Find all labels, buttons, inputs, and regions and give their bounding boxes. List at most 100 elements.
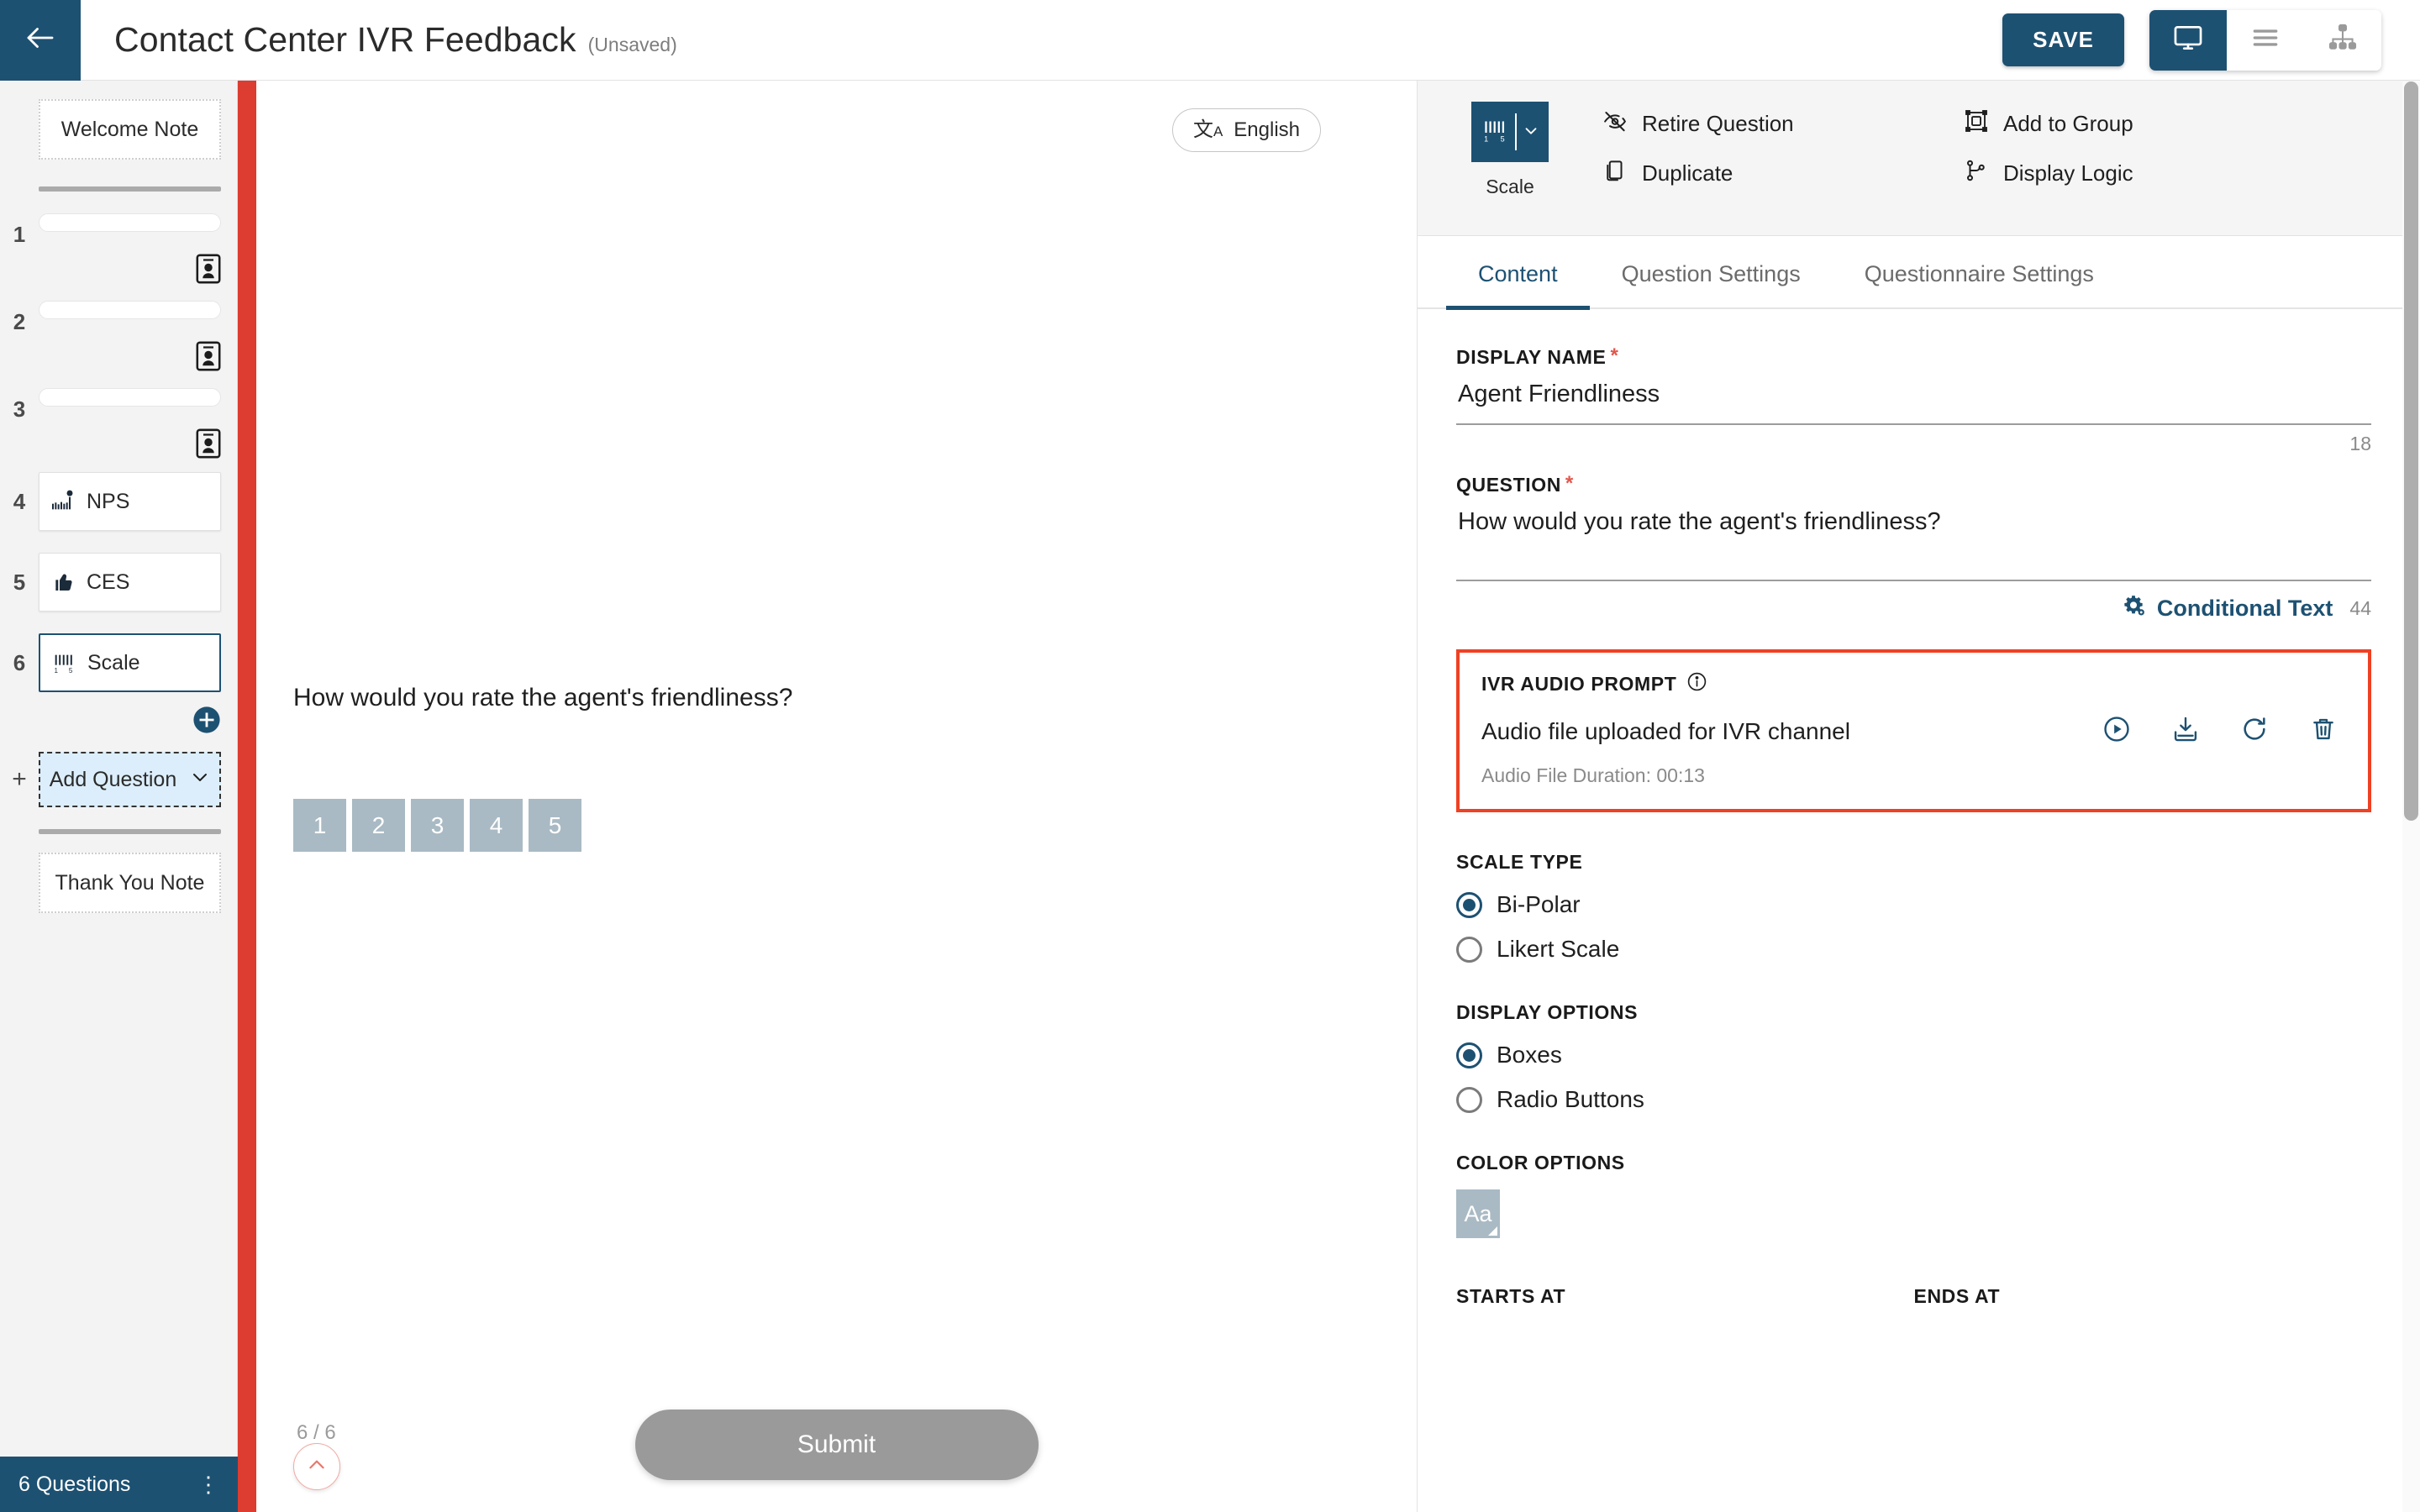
conditional-text-button[interactable]: Conditional Text [2121,593,2333,624]
sidebar-item-nps[interactable]: 4 NPS [0,472,237,531]
add-question-plus-label: + [12,765,27,793]
list-view-button[interactable] [2227,9,2304,71]
color-swatch-button[interactable]: Aa [1456,1189,1500,1238]
sidebar-divider-bottom [39,829,221,834]
toolbar-actions: Retire Question Duplicate Add to Group D… [1602,102,2410,189]
sidebar-item-scale[interactable]: 6 1 5 Scale [0,633,237,692]
editor-body: DISPLAY NAME * Agent Friendliness 18 QUE… [1418,309,2410,1510]
display-logic-button[interactable]: Display Logic [1964,158,2133,189]
ends-at-label: ENDS AT [1913,1285,2001,1307]
delete-icon[interactable] [2309,715,2338,748]
scale-option-3[interactable]: 3 [411,799,464,852]
question-card-selected[interactable]: 1 5 Scale [39,633,221,692]
tree-view-button[interactable] [2304,9,2381,71]
tab-questionnaire-settings[interactable]: Questionnaire Settings [1833,236,2126,310]
starts-at-label: STARTS AT [1456,1285,1566,1307]
sitemap-icon [2327,22,2359,58]
save-button[interactable]: SAVE [2002,13,2124,66]
question-card[interactable]: CES [39,553,221,612]
download-icon[interactable] [2171,715,2200,748]
language-label: English [1234,118,1300,141]
kebab-menu-icon[interactable]: ⋮ [197,1473,219,1495]
question-label: QUESTION * [1456,474,2371,496]
desktop-preview-button[interactable] [2149,9,2227,71]
radio-label: Radio Buttons [1497,1086,1644,1112]
group-icon [1964,108,1989,139]
radio-label: Bi-Polar [1497,891,1581,917]
question-input[interactable]: How would you rate the agent's friendlin… [1456,496,2371,580]
scale-type-option-bipolar[interactable]: Bi-Polar [1456,891,2371,918]
tab-content[interactable]: Content [1446,236,1590,310]
back-button[interactable] [0,0,81,81]
duplicate-button[interactable]: Duplicate [1602,158,1964,189]
scale-option-1[interactable]: 1 [293,799,346,852]
question-number: 5 [13,570,26,595]
add-question-inline-button[interactable] [0,706,221,738]
branch-icon [1964,158,1989,189]
document-title-wrap: Contact Center IVR Feedback (Unsaved) [81,20,2002,60]
question-number: 4 [13,489,26,514]
question-skeleton-bar [39,301,221,319]
collapse-button[interactable] [293,1443,340,1490]
scale-option-5[interactable]: 5 [529,799,581,852]
svg-text:1: 1 [55,667,59,675]
radio-indicator [1456,936,1482,963]
toolbar-action-label: Display Logic [2003,160,2133,186]
scale-type-option-likert[interactable]: Likert Scale [1456,936,2371,963]
ivr-audio-prompt-label: IVR AUDIO PROMPT [1481,672,1677,695]
sidebar-item-ces[interactable]: 5 CES [0,553,237,612]
preview-scale-options: 1 2 3 4 5 [293,799,581,852]
chevron-up-icon [306,1454,328,1480]
question-number: 6 [13,650,26,675]
sidebar-divider-top [39,186,221,192]
scrollbar-thumb[interactable] [2404,81,2418,821]
scale-icon: 1 5 [40,649,87,676]
display-options-section: DISPLAY OPTIONS Boxes Radio Buttons [1456,1001,2371,1113]
submit-button[interactable]: Submit [634,1410,1039,1480]
thank-you-note-card[interactable]: Thank You Note [39,853,221,913]
svg-text:5: 5 [69,667,73,675]
ivr-audio-duration: Audio File Duration: 00:13 [1481,764,1705,786]
refresh-icon[interactable] [2240,715,2269,748]
play-icon[interactable] [2102,715,2131,748]
contact-card-icon [39,428,221,459]
sidebar-item-2[interactable]: 2 [0,301,237,371]
add-question-label: Add Question [49,767,177,791]
language-selector[interactable]: 文A English [1171,108,1321,152]
display-option-radio-buttons[interactable]: Radio Buttons [1456,1086,2371,1113]
question-placeholder-body [39,301,221,371]
eye-off-icon [1602,108,1628,139]
question-card-body: CES [39,553,221,612]
sidebar-item-3[interactable]: 3 [0,388,237,459]
scale-option-2[interactable]: 2 [352,799,405,852]
ivr-audio-prompt-section: IVR AUDIO PROMPT Audio file uploaded for… [1456,649,2371,812]
gears-icon [2121,593,2146,624]
page-scrollbar[interactable] [2402,81,2420,1512]
question-type-block: 1 5 Scale [1418,102,1602,198]
color-options-label: COLOR OPTIONS [1456,1152,1625,1173]
display-name-input[interactable]: Agent Friendliness [1456,369,2371,423]
display-option-boxes[interactable]: Boxes [1456,1042,2371,1068]
welcome-note-card[interactable]: Welcome Note [39,99,221,160]
retire-question-button[interactable]: Retire Question [1602,108,1964,139]
scale-type-label: SCALE TYPE [1456,851,1583,873]
ivr-audio-actions [2102,715,2346,748]
add-question-button[interactable]: Add Question [39,752,221,807]
add-question-row: + Add Question [0,752,237,807]
question-number: 2 [13,309,26,334]
scale-option-4[interactable]: 4 [470,799,523,852]
field-label-text: QUESTION [1456,474,1561,496]
questionnaire-accent-rail [238,81,256,1512]
tab-question-settings[interactable]: Question Settings [1590,236,1833,310]
ivr-audio-prompt-row: Audio file uploaded for IVR channel [1481,715,2346,748]
toolbar-column-left: Retire Question Duplicate [1602,108,1964,189]
info-icon[interactable] [1686,671,1707,696]
add-to-group-button[interactable]: Add to Group [1964,108,2133,139]
question-type-selector[interactable]: 1 5 [1471,102,1549,162]
display-name-label: DISPLAY NAME * [1456,346,2371,369]
sidebar-item-1[interactable]: 1 [0,213,237,284]
question-card[interactable]: NPS [39,472,221,531]
sidebar-scroll-area: Welcome Note 1 2 3 4 NPS 5 CES 6 1 5 Sca… [0,81,237,1457]
chevron-down-icon [1522,121,1540,144]
list-icon [2249,22,2281,58]
